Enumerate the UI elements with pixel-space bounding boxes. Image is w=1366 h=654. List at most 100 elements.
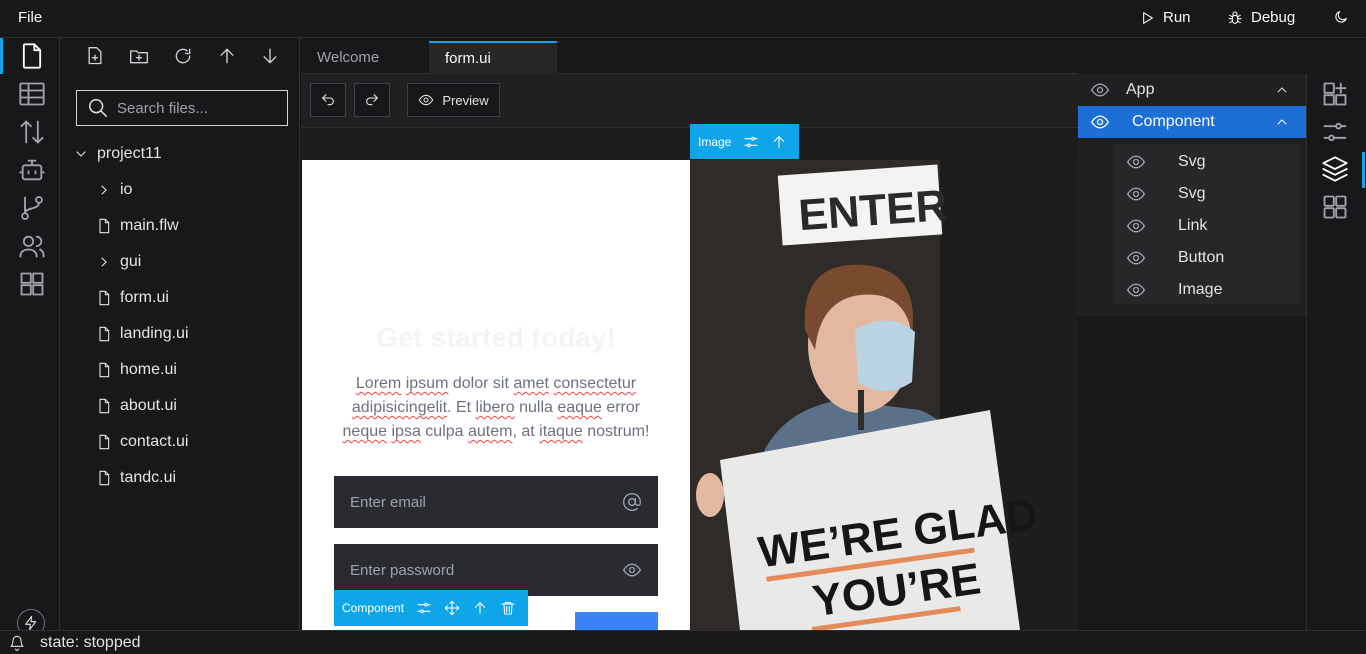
tree-item-file[interactable]: home.ui	[96, 358, 177, 382]
widgets-button[interactable]	[1321, 193, 1349, 221]
git-activity-button[interactable]	[18, 194, 46, 222]
chevron-up-icon[interactable]	[1274, 114, 1290, 130]
undo-icon	[322, 94, 334, 106]
body-word: ipsa	[391, 423, 421, 440]
add-element-button[interactable]	[1321, 80, 1349, 108]
add-element-icon	[1323, 82, 1347, 106]
eye-icon[interactable]	[1126, 248, 1146, 268]
body-word: error	[606, 399, 641, 416]
canvas-toolbar: Preview	[301, 74, 1078, 128]
body-word: culpa	[425, 423, 464, 440]
tab-form-ui[interactable]: form.ui	[429, 41, 557, 74]
right-rail	[1306, 74, 1366, 630]
hero-description[interactable]: Lorem ipsum dolor sit amet consectetur a…	[332, 372, 660, 444]
chevron-up-icon[interactable]	[1274, 82, 1290, 98]
search-input[interactable]	[117, 99, 277, 117]
move-icon[interactable]	[444, 600, 460, 616]
tree-item-folder[interactable]: io	[96, 178, 132, 202]
grid-icon	[1323, 195, 1347, 219]
selection-label[interactable]: Image	[698, 135, 731, 149]
file-icon	[99, 362, 110, 378]
body-word: autem	[468, 423, 513, 440]
tree-project-root[interactable]: project11	[73, 142, 162, 166]
layer-svg[interactable]: Svg	[1114, 178, 1300, 210]
layers-button[interactable]	[1321, 155, 1349, 183]
bell-icon[interactable]	[9, 635, 25, 651]
editor-tabs: Welcome form.ui	[301, 38, 1078, 74]
image-selection-toolbar: Image	[690, 124, 799, 159]
new-file-button[interactable]	[85, 46, 105, 66]
table-activity-button[interactable]	[18, 80, 46, 108]
trash-icon[interactable]	[500, 600, 516, 616]
bolt-icon	[25, 615, 37, 631]
move-up-button[interactable]	[217, 46, 237, 66]
tree-label: about.ui	[120, 397, 177, 414]
tree-item-file[interactable]: contact.ui	[96, 430, 188, 454]
tree-item-file[interactable]: about.ui	[96, 394, 177, 418]
layer-app[interactable]: App	[1078, 74, 1306, 106]
password-field[interactable]	[350, 561, 622, 579]
settings-sliders-icon[interactable]	[743, 134, 759, 150]
settings-sliders-icon[interactable]	[416, 600, 432, 616]
tree-label: contact.ui	[120, 433, 189, 450]
file-icon	[99, 326, 110, 342]
move-down-button[interactable]	[260, 46, 280, 66]
selection-label[interactable]: Component	[342, 601, 404, 615]
components-activity-button[interactable]	[18, 270, 46, 298]
new-folder-button[interactable]	[129, 46, 149, 66]
layer-button[interactable]: Button	[1114, 242, 1300, 274]
tab-welcome[interactable]: Welcome	[301, 41, 429, 74]
body-word: libero	[475, 399, 515, 416]
select-parent-arrow-up-icon[interactable]	[771, 134, 787, 150]
file-menu[interactable]: File	[18, 9, 42, 26]
robot-activity-button[interactable]	[18, 156, 46, 184]
file-plus-icon	[88, 47, 102, 65]
tree-item-file[interactable]: main.flw	[96, 214, 179, 238]
tree-item-file[interactable]: form.ui	[96, 286, 169, 310]
explorer-activity-button[interactable]	[18, 42, 46, 70]
layers-panel: App Component Svg Svg Link Button Image	[1078, 74, 1306, 316]
redo-button[interactable]	[354, 83, 390, 117]
active-indicator	[0, 38, 3, 74]
tree-item-file[interactable]: landing.ui	[96, 322, 189, 346]
debug-button[interactable]: Debug	[1227, 9, 1295, 26]
layer-svg[interactable]: Svg	[1114, 146, 1300, 178]
users-activity-button[interactable]	[18, 232, 46, 260]
sort-activity-button[interactable]	[18, 118, 46, 146]
eye-icon[interactable]	[1126, 216, 1146, 236]
status-text: state: stopped	[40, 634, 141, 651]
layer-children: Svg Svg Link Button Image	[1114, 144, 1300, 304]
hero-image[interactable]: ENTER WE’RE GLAD YOU’RE	[690, 160, 1078, 630]
theme-toggle-button[interactable]	[1333, 9, 1349, 25]
layer-link[interactable]: Link	[1114, 210, 1300, 242]
run-button[interactable]: Run	[1139, 9, 1191, 26]
redo-icon	[366, 94, 378, 106]
preview-button[interactable]: Preview	[407, 83, 500, 117]
eye-icon[interactable]	[622, 560, 642, 580]
body-word: dolor sit	[452, 375, 509, 392]
refresh-button[interactable]	[173, 46, 193, 66]
tree-label: gui	[120, 253, 142, 270]
bug-icon	[1228, 10, 1242, 24]
eye-icon[interactable]	[1126, 184, 1146, 204]
tree-item-file[interactable]: tandc.ui	[96, 466, 176, 490]
at-sign-icon	[623, 493, 641, 511]
eye-icon[interactable]	[1090, 112, 1110, 132]
eye-icon[interactable]	[1126, 152, 1146, 172]
undo-button[interactable]	[310, 83, 346, 117]
eye-icon[interactable]	[1090, 80, 1110, 100]
properties-button[interactable]	[1321, 118, 1349, 146]
layer-component[interactable]: Component	[1078, 106, 1306, 138]
email-field[interactable]	[350, 493, 622, 511]
tree-label: main.flw	[120, 217, 179, 234]
form-section[interactable]: Get started today! Lorem ipsum dolor sit…	[302, 160, 690, 630]
design-canvas[interactable]: Get started today! Lorem ipsum dolor sit…	[301, 128, 1078, 630]
tree-label: io	[120, 181, 133, 198]
layer-image[interactable]: Image	[1114, 274, 1300, 306]
select-parent-arrow-up-icon[interactable]	[472, 600, 488, 616]
chevron-right-icon	[101, 257, 107, 267]
sign-in-button[interactable]	[575, 612, 658, 630]
tree-item-folder[interactable]: gui	[96, 250, 141, 274]
eye-icon[interactable]	[1126, 280, 1146, 300]
hero-title[interactable]: Get started today!	[302, 322, 690, 354]
